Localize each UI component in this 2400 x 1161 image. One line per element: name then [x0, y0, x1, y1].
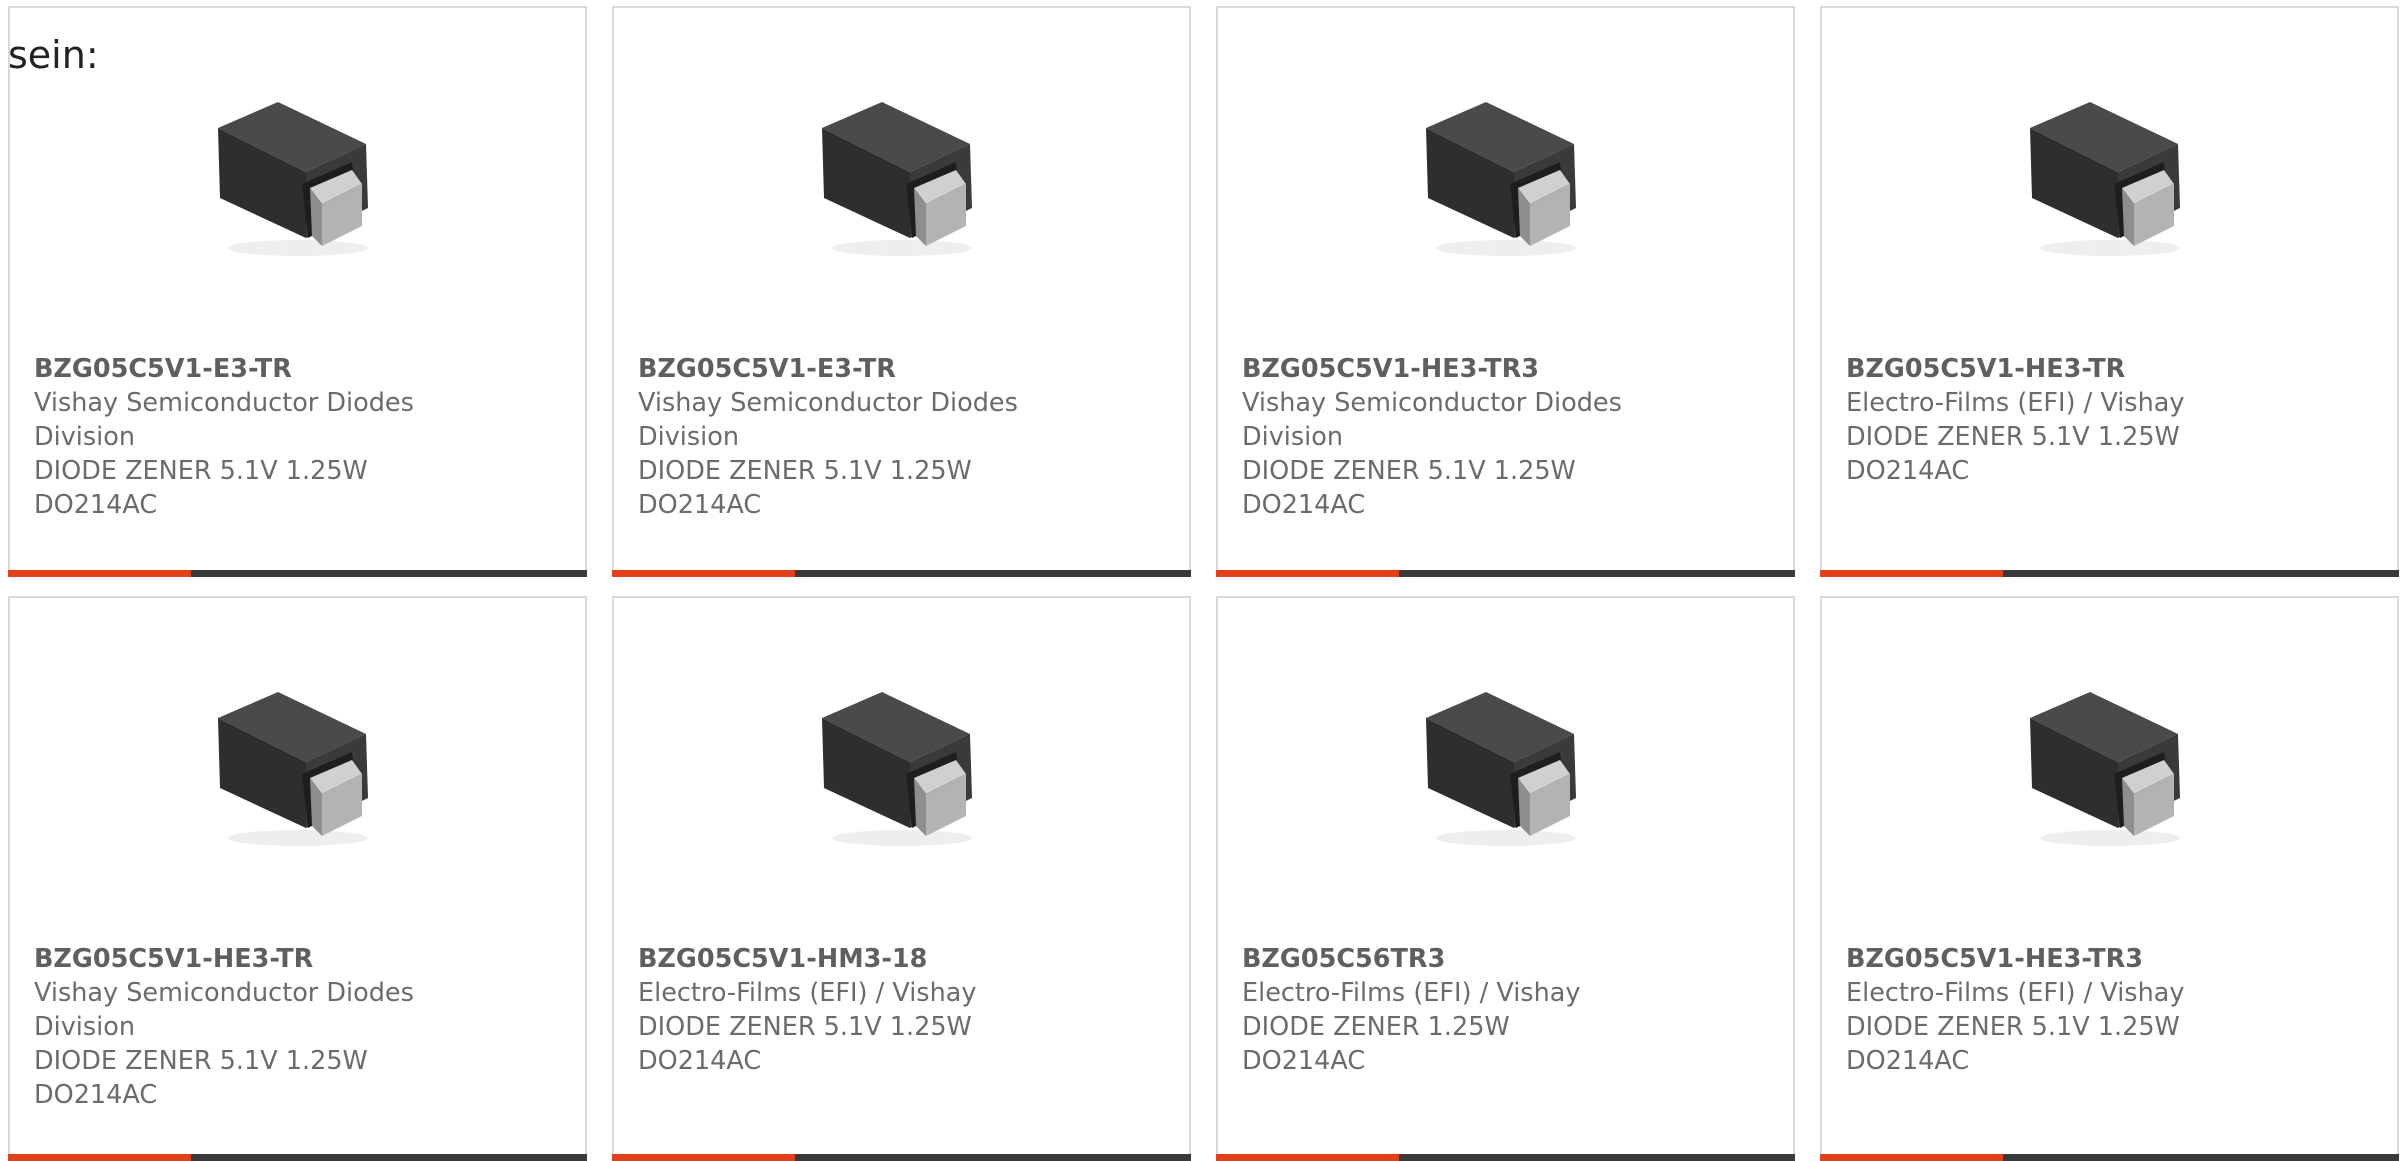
card-accent-bar — [1216, 570, 1399, 577]
product-card[interactable]: BZG05C5V1-HE3-TR Electro-Films (EFI) / V… — [1820, 6, 2399, 577]
part-number-link[interactable]: BZG05C5V1-E3-TR — [34, 352, 561, 386]
product-card[interactable]: BZG05C5V1-HM3-18 Electro-Films (EFI) / V… — [612, 596, 1191, 1161]
manufacturer-name: Electro-Films (EFI) / Vishay — [638, 978, 977, 1008]
manufacturer-name: Electro-Films (EFI) / Vishay — [1242, 978, 1581, 1008]
diode-package-icon — [217, 692, 368, 846]
part-number-link[interactable]: BZG05C5V1-HE3-TR — [1846, 352, 2373, 386]
diode-package-icon — [821, 102, 972, 256]
product-card[interactable]: BZG05C5V1-E3-TR Vishay Semiconductor Dio… — [612, 6, 1191, 577]
card-footer-bar — [612, 1154, 1191, 1161]
card-footer-bar — [1820, 1154, 2399, 1161]
card-footer-bar — [1216, 1154, 1795, 1161]
part-number-link[interactable]: BZG05C56TR3 — [1242, 942, 1769, 976]
card-accent-bar — [1820, 1154, 2003, 1161]
part-number-link[interactable]: BZG05C5V1-E3-TR — [638, 352, 1165, 386]
card-footer-bar — [8, 570, 587, 577]
product-description: DIODE ZENER 5.1V 1.25W DO214AC — [34, 456, 368, 520]
product-card[interactable]: BZG05C5V1-HE3-TR Vishay Semiconductor Di… — [8, 596, 587, 1161]
diode-package-icon — [2029, 102, 2180, 256]
card-accent-bar — [612, 1154, 795, 1161]
card-footer-bar — [8, 1154, 587, 1161]
manufacturer-name: Vishay Semiconductor Diodes Division — [34, 388, 414, 452]
card-accent-bar — [1820, 570, 2003, 577]
diode-package-icon — [1425, 102, 1576, 256]
card-footer-bar — [1216, 570, 1795, 577]
product-card[interactable]: BZG05C5V1-HE3-TR3 Vishay Semiconductor D… — [1216, 6, 1795, 577]
card-accent-bar — [612, 570, 795, 577]
product-description: DIODE ZENER 5.1V 1.25W DO214AC — [1846, 1012, 2180, 1076]
product-description: DIODE ZENER 1.25W DO214AC — [1242, 1012, 1510, 1076]
part-number-link[interactable]: BZG05C5V1-HM3-18 — [638, 942, 1165, 976]
diode-package-icon — [217, 102, 368, 256]
manufacturer-name: Vishay Semiconductor Diodes Division — [638, 388, 1018, 452]
intro-text: sein: — [8, 33, 99, 77]
part-number-link[interactable]: BZG05C5V1-HE3-TR — [34, 942, 561, 976]
card-footer-bar — [612, 570, 1191, 577]
product-card[interactable]: BZG05C5V1-E3-TR Vishay Semiconductor Dio… — [8, 6, 587, 577]
manufacturer-name: Electro-Films (EFI) / Vishay — [1846, 388, 2185, 418]
card-accent-bar — [8, 570, 191, 577]
card-footer-bar — [1820, 570, 2399, 577]
diode-package-icon — [2029, 692, 2180, 846]
card-accent-bar — [1216, 1154, 1399, 1161]
product-description: DIODE ZENER 5.1V 1.25W DO214AC — [1242, 456, 1576, 520]
product-grid-page: sein: BZG05C5V1-E3-TR Vishay Semiconduct… — [0, 0, 2400, 1161]
diode-package-icon — [821, 692, 972, 846]
product-description: DIODE ZENER 5.1V 1.25W DO214AC — [34, 1046, 368, 1110]
part-number-link[interactable]: BZG05C5V1-HE3-TR3 — [1846, 942, 2373, 976]
part-number-link[interactable]: BZG05C5V1-HE3-TR3 — [1242, 352, 1769, 386]
product-description: DIODE ZENER 5.1V 1.25W DO214AC — [638, 1012, 972, 1076]
manufacturer-name: Electro-Films (EFI) / Vishay — [1846, 978, 2185, 1008]
diode-package-icon — [1425, 692, 1576, 846]
manufacturer-name: Vishay Semiconductor Diodes Division — [1242, 388, 1622, 452]
product-card[interactable]: BZG05C5V1-HE3-TR3 Electro-Films (EFI) / … — [1820, 596, 2399, 1161]
product-description: DIODE ZENER 5.1V 1.25W DO214AC — [638, 456, 972, 520]
card-accent-bar — [8, 1154, 191, 1161]
product-description: DIODE ZENER 5.1V 1.25W DO214AC — [1846, 422, 2180, 486]
product-card[interactable]: BZG05C56TR3 Electro-Films (EFI) / Vishay… — [1216, 596, 1795, 1161]
manufacturer-name: Vishay Semiconductor Diodes Division — [34, 978, 414, 1042]
